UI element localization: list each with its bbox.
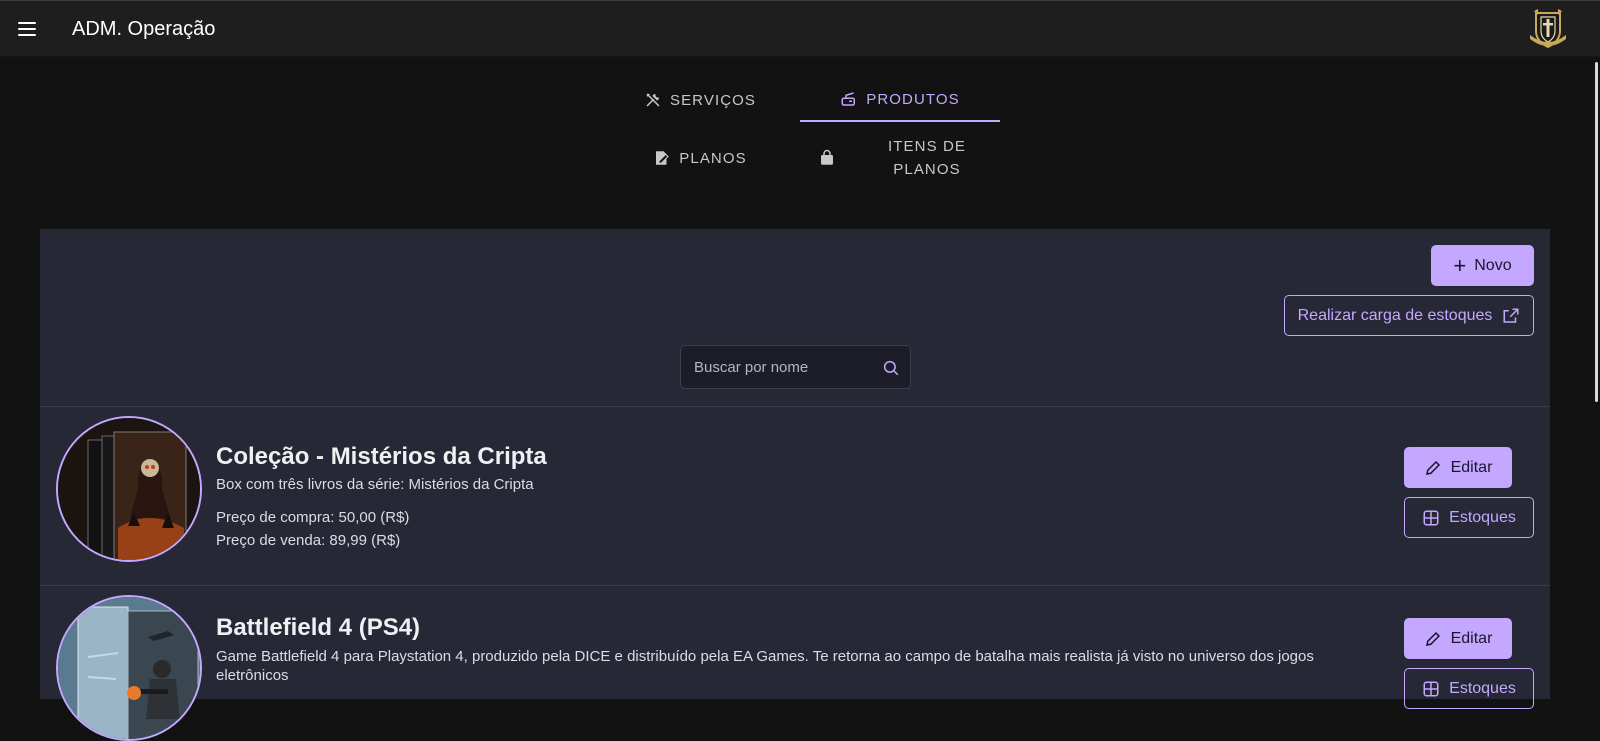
tab-plan-items[interactable]: ITENS DE PLANOS <box>800 132 1000 184</box>
tools-icon <box>646 93 660 107</box>
edit-button[interactable]: Editar <box>1404 618 1512 659</box>
edit-button[interactable]: Editar <box>1404 447 1512 488</box>
pencil-icon <box>1425 631 1440 646</box>
search-box <box>680 345 911 389</box>
shopping-bag-icon <box>821 149 833 165</box>
edit-document-icon <box>656 151 670 165</box>
list-item: Coleção - Mistérios da Cripta Box com tr… <box>40 407 1550 585</box>
load-stock-label: Realizar carga de estoques <box>1297 306 1493 324</box>
stock-label: Estoques <box>1449 508 1516 526</box>
tab-plans-label: PLANOS <box>679 149 747 167</box>
app-title: ADM. Operação <box>72 18 216 40</box>
product-description: Box com três livros da série: Mistérios … <box>216 476 534 493</box>
tab-plans[interactable]: PLANOS <box>600 136 800 180</box>
search-icon[interactable] <box>882 359 900 377</box>
plus-icon: + <box>1453 252 1467 278</box>
products-panel: + Novo Realizar carga de estoques Buscar… <box>40 229 1550 741</box>
list-item: Battlefield 4 (PS4) Game Battlefield 4 p… <box>40 586 1550 741</box>
search-input[interactable] <box>681 346 871 388</box>
product-description: Game Battlefield 4 para Playstation 4, p… <box>216 648 1314 684</box>
load-stock-button[interactable]: Realizar carga de estoques <box>1284 295 1534 336</box>
edit-label: Editar <box>1450 629 1493 647</box>
top-app-bar: ADM. Operação <box>0 0 1600 57</box>
grid-icon <box>1423 510 1439 525</box>
pencil-icon <box>1425 460 1440 475</box>
tab-products-label: PRODUTOS <box>866 90 960 108</box>
product-name: Battlefield 4 (PS4) <box>216 614 421 641</box>
stock-button[interactable]: Estoques <box>1404 497 1534 538</box>
tab-services-label: SERVIÇOS <box>669 91 757 109</box>
shield-crest-logo[interactable] <box>1526 7 1570 51</box>
new-product-button[interactable]: + Novo <box>1431 245 1534 286</box>
tab-plan-items-label: ITENS DE PLANOS <box>888 138 966 178</box>
product-sale-price: Preço de venda: 89,99 (R$) <box>216 532 401 549</box>
new-product-label: Novo <box>1474 256 1512 274</box>
edit-label: Editar <box>1450 458 1493 476</box>
product-box-icon <box>841 92 856 106</box>
product-name: Coleção - Mistérios da Cripta <box>216 443 547 470</box>
product-image <box>56 595 202 741</box>
scrollbar[interactable] <box>1595 62 1598 402</box>
product-image <box>56 416 202 562</box>
tab-services[interactable]: SERVIÇOS <box>600 78 800 122</box>
hamburger-menu-icon[interactable] <box>16 18 40 40</box>
product-purchase-price: Preço de compra: 50,00 (R$) <box>216 509 410 526</box>
external-link-icon <box>1503 308 1519 323</box>
tab-products[interactable]: PRODUTOS <box>800 78 1000 122</box>
